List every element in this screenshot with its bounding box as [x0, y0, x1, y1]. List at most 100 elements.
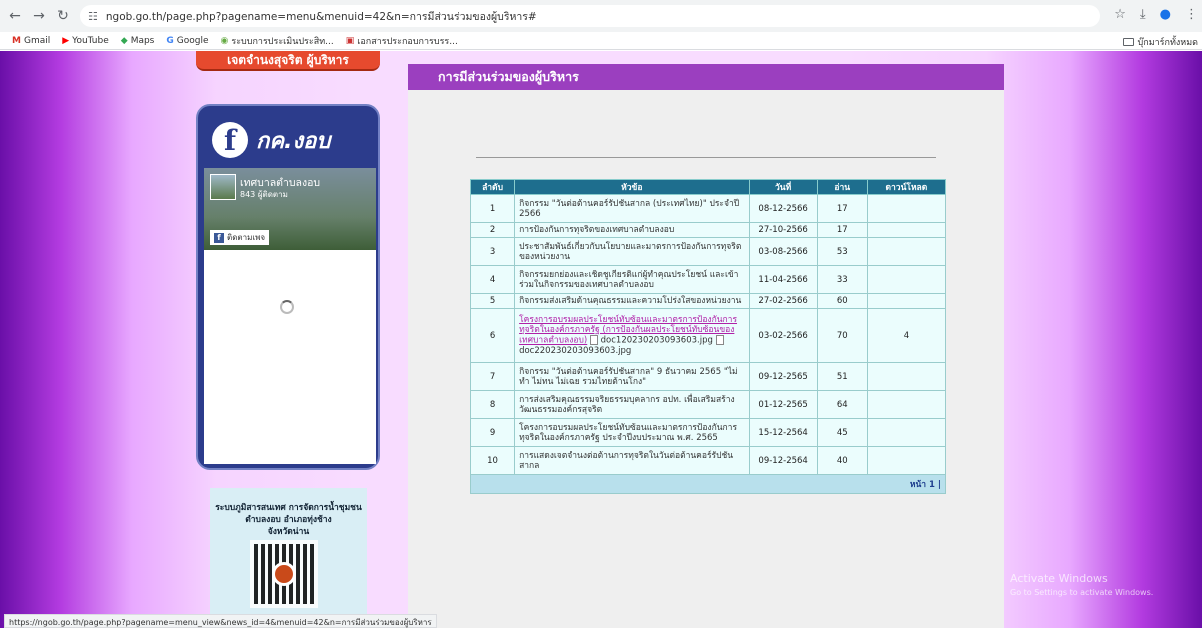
col-download: ดาวน์โหลด [866, 179, 947, 195]
folder-icon [1122, 38, 1134, 46]
row-title[interactable]: การป้องกันการทุจริตของเทศบาลตำบลงอบ [514, 222, 750, 238]
row-download [866, 293, 947, 309]
row-date: 15-12-2564 [748, 418, 818, 447]
row-date: 11-04-2566 [748, 265, 818, 294]
row-date: 03-08-2566 [748, 237, 818, 266]
row-download [866, 194, 947, 223]
row-download [866, 222, 947, 238]
row-read: 40 [816, 446, 868, 475]
row-number: 10 [469, 446, 516, 475]
row-number: 2 [469, 222, 516, 238]
attachment-link[interactable]: doc120230203093603.jpg [601, 336, 713, 346]
col-date: วันที่ [748, 179, 818, 195]
back-icon[interactable]: ← [6, 7, 24, 25]
row-title[interactable]: กิจกรรม "วันต่อต้านคอร์รัปชันสากล" 9 ธัน… [514, 362, 750, 391]
row-number: 3 [469, 237, 516, 266]
attachment-link[interactable]: doc220230203093603.jpg [519, 346, 631, 356]
row-date: 08-12-2566 [748, 194, 818, 223]
profile-icon[interactable]: ● [1160, 7, 1171, 22]
page-title: การมีส่วนร่วมของผู้บริหาร [408, 64, 1004, 90]
row-title[interactable]: กิจกรรม "วันต่อต้านคอร์รัปชันสากล (ประเท… [514, 194, 750, 223]
row-title[interactable]: โครงการอบรมผลประโยชน์ทับซ้อนและมาตรการป้… [514, 418, 750, 447]
row-read: 17 [816, 194, 868, 223]
row-download [866, 237, 947, 266]
pagination-row: หน้า 1 | [470, 474, 946, 494]
row-title-cell: โครงการอบรมผลประโยชน์ทับซ้อนและมาตรการป้… [514, 308, 750, 363]
row-number: 4 [469, 265, 516, 294]
qr-banner-text: ระบบภูมิสารสนเทศ การจัดการน้ำชุมชน ตำบลง… [215, 503, 362, 537]
table-row: 5 กิจกรรมส่งเสริมด้านคุณธรรมและความโปร่ง… [469, 293, 947, 309]
reload-icon[interactable]: ↻ [54, 7, 72, 25]
facebook-cover[interactable]: เทศบาลตำบลงอบ 843 ผู้ติดตาม f ติดตามเพจ [204, 168, 376, 250]
facebook-icon: f [212, 122, 248, 158]
bookmarks-bar: M Gmail ▶ YouTube ◆ Maps G Google ◉ ระบบการปร… [0, 32, 1202, 50]
row-title[interactable]: ประชาสัมพันธ์เกี่ยวกับนโยบายและมาตรการป้… [514, 237, 750, 266]
bookmark-youtube[interactable]: ▶ YouTube [62, 36, 109, 46]
row-read: 70 [816, 308, 868, 363]
news-table: ลำดับ หัวข้อ วันที่ อ่าน ดาวน์โหลด 1 กิจ… [469, 179, 947, 494]
bookmark-assessment[interactable]: ◉ ระบบการประเมินประสิท... [221, 34, 334, 48]
row-number: 6 [469, 308, 516, 363]
col-title: หัวข้อ [514, 179, 750, 195]
table-row: 2 การป้องกันการทุจริตของเทศบาลตำบลงอบ 27… [469, 222, 947, 238]
menu-icon[interactable]: ⋮ [1185, 7, 1198, 22]
facebook-page-avatar[interactable] [210, 174, 236, 200]
bookmark-maps[interactable]: ◆ Maps [121, 36, 155, 46]
download-icon[interactable]: ⤓ [1140, 7, 1146, 22]
row-read: 53 [816, 237, 868, 266]
activate-windows-watermark: Activate Windows Go to Settings to activ… [1010, 572, 1154, 597]
table-row: 3 ประชาสัมพันธ์เกี่ยวกับนโยบายและมาตรการ… [469, 237, 947, 266]
toolbar-actions: ☆ ⤓ ● ⋮ [1114, 7, 1198, 22]
table-row: 8 การส่งเสริมคุณธรรมจริยธรรมบุคลากร อปท.… [469, 390, 947, 419]
url-text: ngob.go.th/page.php?pagename=menu&menuid… [105, 10, 537, 23]
main-content: การมีส่วนร่วมของผู้บริหาร ลำดับ หัวข้อ ว… [408, 64, 1004, 628]
loading-spinner-icon [280, 300, 294, 314]
facebook-widget: เทศบาลตำบลงอบ 843 ผู้ติดตาม f ติดตามเพจ [204, 168, 376, 464]
facebook-followers: 843 ผู้ติดตาม [240, 190, 288, 199]
divider [476, 157, 936, 158]
all-bookmarks[interactable]: บุ๊กมาร์กทั้งหมด [1122, 35, 1198, 49]
integrity-banner[interactable]: เจตจำนงสุจริต ผู้บริหาร [196, 51, 380, 71]
row-download: 4 [866, 308, 947, 363]
row-title[interactable]: กิจกรรมยกย่องและเชิดชูเกียรติแก่ผู้ทำคุณ… [514, 265, 750, 294]
news-table-wrapper: ลำดับ หัวข้อ วันที่ อ่าน ดาวน์โหลด 1 กิจ… [469, 179, 947, 494]
row-title[interactable]: กิจกรรมส่งเสริมด้านคุณธรรมและความโปร่งใส… [514, 293, 750, 309]
pagination[interactable]: หน้า 1 | [470, 474, 946, 494]
forward-icon[interactable]: → [30, 7, 48, 25]
row-download [866, 362, 947, 391]
table-header-row: ลำดับ หัวข้อ วันที่ อ่าน ดาวน์โหลด [469, 179, 947, 195]
bookmark-star-icon[interactable]: ☆ [1114, 7, 1126, 22]
bookmark-docs[interactable]: ▣ เอกสารประกอบการบรร... [346, 34, 458, 48]
row-number: 8 [469, 390, 516, 419]
row-date: 09-12-2565 [748, 362, 818, 391]
qr-logo-icon [272, 562, 296, 586]
col-number: ลำดับ [469, 179, 516, 195]
col-read: อ่าน [816, 179, 868, 195]
bookmark-google[interactable]: G Google [166, 36, 208, 46]
site-info-icon[interactable]: ☷ [88, 10, 98, 23]
status-bar-url: https://ngob.go.th/page.php?pagename=men… [4, 614, 437, 628]
row-date: 09-12-2564 [748, 446, 818, 475]
browser-toolbar: ← → ↻ ☷ ngob.go.th/page.php?pagename=men… [0, 0, 1202, 32]
row-download [866, 446, 947, 475]
table-row: 4 กิจกรรมยกย่องและเชิดชูเกียรติแก่ผู้ทำค… [469, 265, 947, 294]
row-read: 64 [816, 390, 868, 419]
row-number: 7 [469, 362, 516, 391]
row-download [866, 390, 947, 419]
address-bar[interactable]: ☷ ngob.go.th/page.php?pagename=menu&menu… [80, 5, 1100, 27]
row-title[interactable]: การส่งเสริมคุณธรรมจริยธรรมบุคลากร อปท. เ… [514, 390, 750, 419]
facebook-header: f กค.งอบ [202, 114, 374, 166]
water-gis-qr-banner[interactable]: ระบบภูมิสารสนเทศ การจัดการน้ำชุมชน ตำบลง… [210, 488, 367, 628]
bookmark-gmail[interactable]: M Gmail [12, 36, 50, 46]
table-row: 9 โครงการอบรมผลประโยชน์ทับซ้อนและมาตรการ… [469, 418, 947, 447]
row-read: 17 [816, 222, 868, 238]
row-date: 03-02-2566 [748, 308, 818, 363]
row-date: 27-02-2566 [748, 293, 818, 309]
row-read: 45 [816, 418, 868, 447]
row-read: 33 [816, 265, 868, 294]
table-row: 7 กิจกรรม "วันต่อต้านคอร์รัปชันสากล" 9 ธ… [469, 362, 947, 391]
follow-page-button[interactable]: f ติดตามเพจ [210, 230, 270, 245]
facebook-small-icon: f [214, 232, 224, 243]
row-number: 1 [469, 194, 516, 223]
row-title[interactable]: การแสดงเจตจำนงต่อต้านการทุจริตในวันต่อต้… [514, 446, 750, 475]
